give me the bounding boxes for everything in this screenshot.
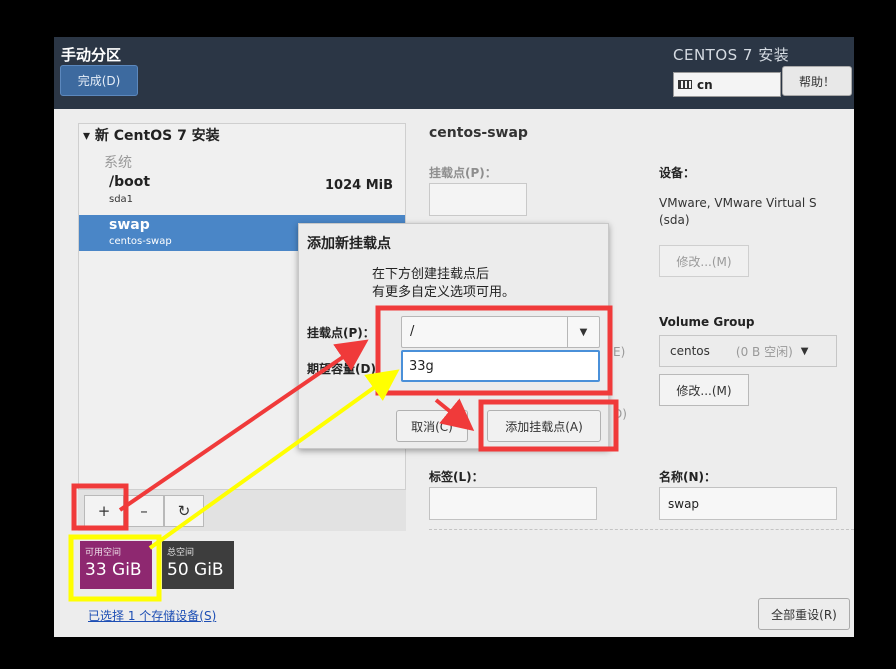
system-section-label: 系统 — [104, 155, 132, 171]
modify-volume-group-button[interactable]: 修改...(M) — [659, 374, 749, 406]
partition-row-boot[interactable]: /boot sda1 1024 MiB — [79, 172, 405, 214]
remove-mountpoint-button[interactable]: – — [124, 495, 164, 527]
header-bar: 手动分区 完成(D) CENTOS 7 安装 cn 帮助！ — [54, 37, 854, 109]
partition-name: /boot — [109, 174, 151, 190]
keyboard-layout-label: cn — [697, 77, 713, 92]
name-label: 名称(N)： — [659, 470, 717, 484]
mount-point-combobox[interactable]: / ▼ — [401, 316, 600, 348]
desired-capacity-label: 期望容量(D)： — [307, 362, 388, 376]
total-space-value: 50 GiB — [167, 560, 224, 580]
dialog-description-line: 有更多自定义选项可用。 — [372, 285, 516, 300]
refresh-icon[interactable]: ↻ — [164, 495, 204, 527]
total-space-label: 总空间 — [167, 548, 195, 558]
add-mountpoint-dialog: 添加新挂载点 在下方创建挂载点后 有更多自定义选项可用。 挂载点(P)： / ▼… — [298, 223, 609, 449]
dialog-description: 在下方创建挂载点后 有更多自定义选项可用。 — [372, 266, 515, 302]
available-space-label: 可用空间 — [85, 548, 122, 558]
install-group-label: 新 CentOS 7 安装 — [94, 128, 220, 144]
partition-device: sda1 — [109, 194, 134, 205]
volume-group-label: Volume Group — [659, 315, 755, 329]
installer-screen: 手动分区 完成(D) CENTOS 7 安装 cn 帮助！ ▾ 新 CentOS… — [54, 37, 854, 637]
device-label: 设备： — [659, 166, 696, 180]
cancel-button[interactable]: 取消(C) — [396, 410, 468, 442]
chevron-down-icon: ▼ — [800, 345, 809, 357]
stage: 手动分区 完成(D) CENTOS 7 安装 cn 帮助！ ▾ 新 CentOS… — [0, 0, 896, 669]
dialog-title: 添加新挂载点 — [307, 236, 391, 252]
chevron-down-icon[interactable]: ▼ — [567, 317, 599, 347]
add-mountpoint-confirm-button[interactable]: 添加挂载点(A) — [487, 410, 601, 442]
partition-name: swap — [109, 217, 150, 233]
reset-all-button[interactable]: 全部重设(R) — [758, 598, 850, 630]
dialog-description-line: 在下方创建挂载点后 — [372, 267, 490, 282]
tag-label: 标签(L)： — [429, 470, 484, 484]
mount-point-field[interactable] — [429, 183, 527, 216]
partition-size: 1024 MiB — [324, 178, 393, 193]
hidden-label-fragment: D) — [613, 407, 627, 421]
available-space-value: 33 GiB — [85, 560, 142, 580]
page-title: 手动分区 — [61, 46, 122, 64]
name-field[interactable]: swap — [659, 487, 837, 520]
hidden-label-fragment: E) — [613, 345, 626, 359]
install-group-header[interactable]: ▾ 新 CentOS 7 安装 — [83, 125, 220, 145]
product-title: CENTOS 7 安装 — [673, 46, 790, 64]
volume-group-free: (0 B 空闲) — [735, 344, 793, 359]
volume-group-name: centos — [670, 344, 710, 358]
collapse-arrow-icon[interactable]: ▾ — [83, 128, 90, 144]
dialog-mount-point-label: 挂载点(P)： — [307, 326, 375, 340]
volume-group-select[interactable]: centos (0 B 空闲) ▼ — [659, 335, 837, 367]
done-button[interactable]: 完成(D) — [60, 65, 138, 96]
tag-field[interactable] — [429, 487, 597, 520]
mount-point-value[interactable]: / — [410, 324, 414, 339]
keyboard-layout-indicator[interactable]: cn — [673, 72, 781, 97]
desired-capacity-input[interactable]: 33g — [401, 350, 600, 382]
keyboard-icon — [678, 80, 692, 89]
add-mountpoint-button[interactable]: + — [84, 495, 124, 527]
available-space-box: 可用空间 33 GiB — [80, 541, 152, 589]
detail-title: centos-swap — [429, 125, 528, 141]
total-space-box: 总空间 50 GiB — [162, 541, 234, 589]
divider — [429, 529, 854, 530]
modify-device-button[interactable]: 修改...(M) — [659, 245, 749, 277]
device-value: VMware, VMware Virtual S (sda) — [659, 196, 817, 227]
partition-device: centos-swap — [109, 236, 172, 247]
mount-point-label: 挂载点(P)： — [429, 166, 497, 180]
partition-toolbar: + – ↻ — [78, 489, 406, 531]
help-button[interactable]: 帮助！ — [782, 66, 852, 96]
selected-devices-link[interactable]: 已选择 1 个存储设备(S) — [88, 607, 216, 624]
